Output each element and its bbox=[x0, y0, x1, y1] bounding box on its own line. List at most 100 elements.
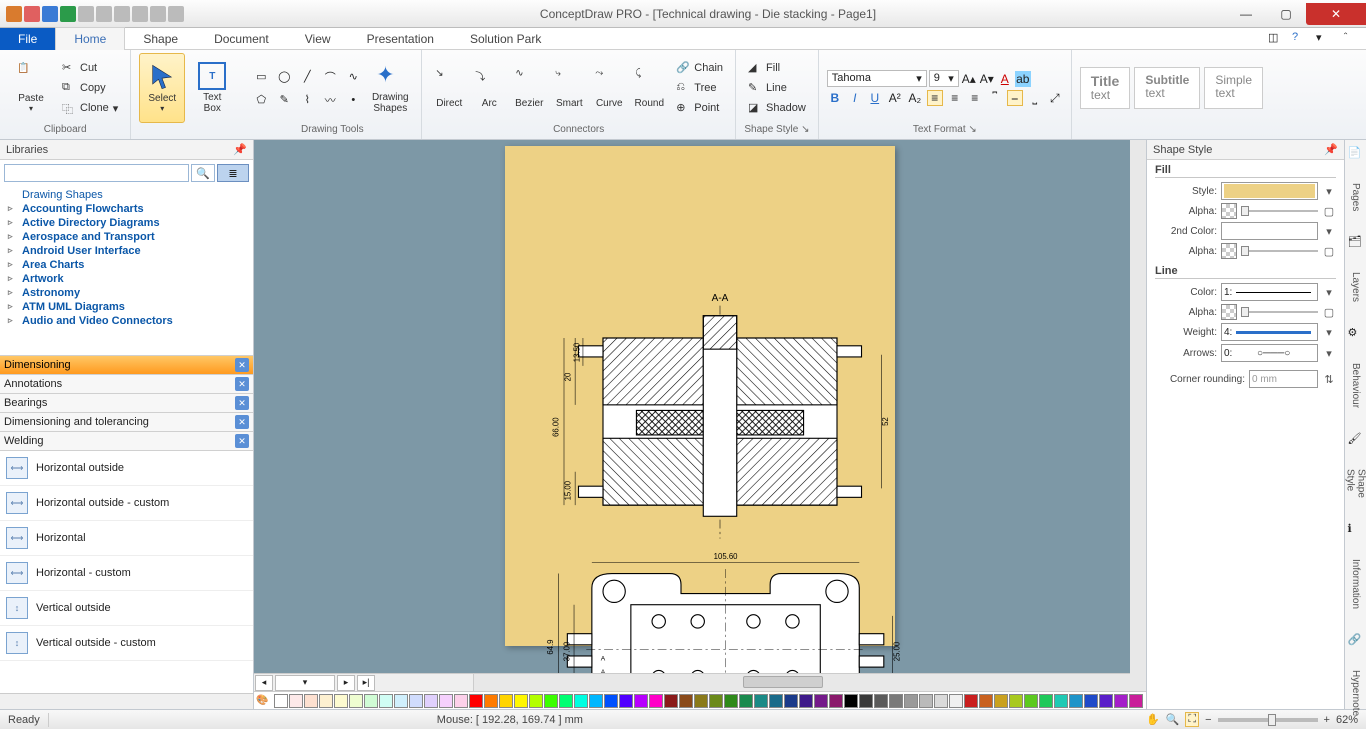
color-swatch[interactable] bbox=[574, 694, 588, 708]
color-swatch[interactable] bbox=[784, 694, 798, 708]
qat-icon[interactable] bbox=[168, 6, 184, 22]
font-name-select[interactable]: Tahoma▾ bbox=[827, 70, 927, 87]
tool-poly[interactable]: ⬠ bbox=[251, 90, 271, 110]
line-alpha-slider[interactable] bbox=[1241, 305, 1318, 319]
connector-direct[interactable]: ↘Direct bbox=[430, 53, 468, 123]
color-swatch[interactable] bbox=[334, 694, 348, 708]
color-swatch[interactable] bbox=[994, 694, 1008, 708]
help-icon[interactable]: ? bbox=[1292, 31, 1308, 47]
pin-icon[interactable]: 📌 bbox=[1324, 143, 1338, 156]
color-swatch[interactable] bbox=[589, 694, 603, 708]
color-swatch[interactable] bbox=[349, 694, 363, 708]
connector-smart[interactable]: ⤷Smart bbox=[550, 53, 588, 123]
color-swatch[interactable] bbox=[274, 694, 288, 708]
canvas-viewport[interactable]: A-A bbox=[254, 140, 1146, 673]
color-swatch[interactable] bbox=[814, 694, 828, 708]
highlight-icon[interactable]: ab bbox=[1015, 71, 1031, 87]
color-swatch[interactable] bbox=[724, 694, 738, 708]
color-swatch[interactable] bbox=[394, 694, 408, 708]
tree-item[interactable]: Drawing Shapes bbox=[0, 188, 253, 202]
stencil-tab-welding[interactable]: Welding✕ bbox=[0, 432, 253, 451]
shape-item[interactable]: ⟷Horizontal bbox=[0, 521, 253, 556]
color-swatch[interactable] bbox=[1009, 694, 1023, 708]
paste-button[interactable]: 📋 Paste ▾ bbox=[8, 53, 54, 123]
color-swatch[interactable] bbox=[754, 694, 768, 708]
superscript-button[interactable]: A² bbox=[887, 90, 903, 106]
stepper-icon[interactable]: ⇅ bbox=[1322, 373, 1336, 386]
shape-item[interactable]: ⟷Horizontal outside bbox=[0, 451, 253, 486]
color-swatch[interactable] bbox=[979, 694, 993, 708]
color-swatch[interactable] bbox=[934, 694, 948, 708]
qat-icon[interactable] bbox=[114, 6, 130, 22]
color-swatch[interactable] bbox=[559, 694, 573, 708]
color-swatch[interactable] bbox=[364, 694, 378, 708]
decrease-font-icon[interactable]: A▾ bbox=[979, 71, 995, 87]
color-swatch[interactable] bbox=[619, 694, 633, 708]
connector-bezier[interactable]: ∿Bezier bbox=[510, 53, 548, 123]
color-swatch[interactable] bbox=[874, 694, 888, 708]
fill-style-select[interactable] bbox=[1221, 182, 1318, 200]
tool-curve[interactable]: ∿ bbox=[343, 67, 363, 87]
left-hscroll[interactable] bbox=[0, 693, 253, 709]
color-swatch[interactable] bbox=[409, 694, 423, 708]
layers-tab-icon[interactable]: 🗂 bbox=[1348, 235, 1364, 248]
tab-document[interactable]: Document bbox=[196, 28, 287, 50]
tree-item[interactable]: Accounting Flowcharts bbox=[0, 202, 253, 216]
tool-point[interactable]: • bbox=[343, 90, 363, 110]
library-tree[interactable]: Drawing Shapes Accounting Flowcharts Act… bbox=[0, 186, 253, 356]
page-dropdown[interactable]: ▾ bbox=[275, 675, 335, 691]
color-swatch[interactable] bbox=[1054, 694, 1068, 708]
tab-pages[interactable]: Pages bbox=[1348, 177, 1363, 217]
color-swatch[interactable] bbox=[679, 694, 693, 708]
color-swatch[interactable] bbox=[694, 694, 708, 708]
align-bottom-button[interactable]: ⎵ bbox=[1027, 90, 1043, 106]
qat-icon[interactable] bbox=[6, 6, 22, 22]
color-swatch[interactable] bbox=[304, 694, 318, 708]
copy-button[interactable]: ⧉Copy bbox=[58, 79, 122, 97]
color-swatch[interactable] bbox=[1114, 694, 1128, 708]
corner-rounding-input[interactable]: 0 mm bbox=[1249, 370, 1318, 388]
tree-item[interactable]: Audio and Video Connectors bbox=[0, 314, 253, 328]
behaviour-tab-icon[interactable]: ⚙ bbox=[1348, 326, 1364, 339]
color-swatch[interactable] bbox=[634, 694, 648, 708]
qat-icon[interactable] bbox=[96, 6, 112, 22]
align-right-button[interactable]: ≡ bbox=[967, 90, 983, 106]
color-swatch[interactable] bbox=[709, 694, 723, 708]
color-swatch[interactable] bbox=[289, 694, 303, 708]
color-swatch[interactable] bbox=[949, 694, 963, 708]
color-swatch[interactable] bbox=[514, 694, 528, 708]
tree-item[interactable]: Aerospace and Transport bbox=[0, 230, 253, 244]
qat-icon[interactable] bbox=[60, 6, 76, 22]
shape-item[interactable]: ↕Vertical outside bbox=[0, 591, 253, 626]
hypernote-tab-icon[interactable]: 🔗 bbox=[1348, 633, 1364, 646]
align-middle-button[interactable]: ⎯ bbox=[1007, 90, 1023, 106]
shadow-button[interactable]: ◪Shadow bbox=[744, 99, 810, 117]
shape-style-tab-icon[interactable]: 🖌 bbox=[1348, 432, 1364, 445]
color-swatch[interactable] bbox=[529, 694, 543, 708]
stencil-tab-dimensioning[interactable]: Dimensioning✕ bbox=[0, 356, 253, 375]
page-next-button[interactable]: ▸ bbox=[337, 675, 355, 691]
tool-arc[interactable]: ⌒ bbox=[320, 67, 340, 87]
qat-icon[interactable] bbox=[150, 6, 166, 22]
shape-item[interactable]: ⟷Horizontal - custom bbox=[0, 556, 253, 591]
alpha-more-icon[interactable]: ▢ bbox=[1322, 245, 1336, 258]
shape-item[interactable]: ↕Vertical outside - custom bbox=[0, 626, 253, 661]
color-swatch[interactable] bbox=[889, 694, 903, 708]
search-button[interactable]: 🔍 bbox=[191, 164, 215, 182]
color-swatch[interactable] bbox=[769, 694, 783, 708]
font-size-select[interactable]: 9▾ bbox=[929, 70, 959, 87]
zoom-out-button[interactable]: − bbox=[1205, 714, 1211, 726]
font-color-icon[interactable]: A bbox=[997, 71, 1013, 87]
library-search-input[interactable] bbox=[4, 164, 189, 182]
file-tab[interactable]: File bbox=[0, 28, 55, 50]
preset-simple[interactable]: Simpletext bbox=[1204, 67, 1263, 110]
page-last-button[interactable]: ▸| bbox=[357, 675, 375, 691]
qat-icon[interactable] bbox=[132, 6, 148, 22]
color-swatch[interactable] bbox=[484, 694, 498, 708]
close-icon[interactable]: ✕ bbox=[235, 358, 249, 372]
color-swatch[interactable] bbox=[319, 694, 333, 708]
stencil-tab-bearings[interactable]: Bearings✕ bbox=[0, 394, 253, 413]
tool-ellipse[interactable]: ◯ bbox=[274, 67, 294, 87]
tree-item[interactable]: Active Directory Diagrams bbox=[0, 216, 253, 230]
chevron-down-icon[interactable]: ▾ bbox=[1322, 347, 1336, 360]
